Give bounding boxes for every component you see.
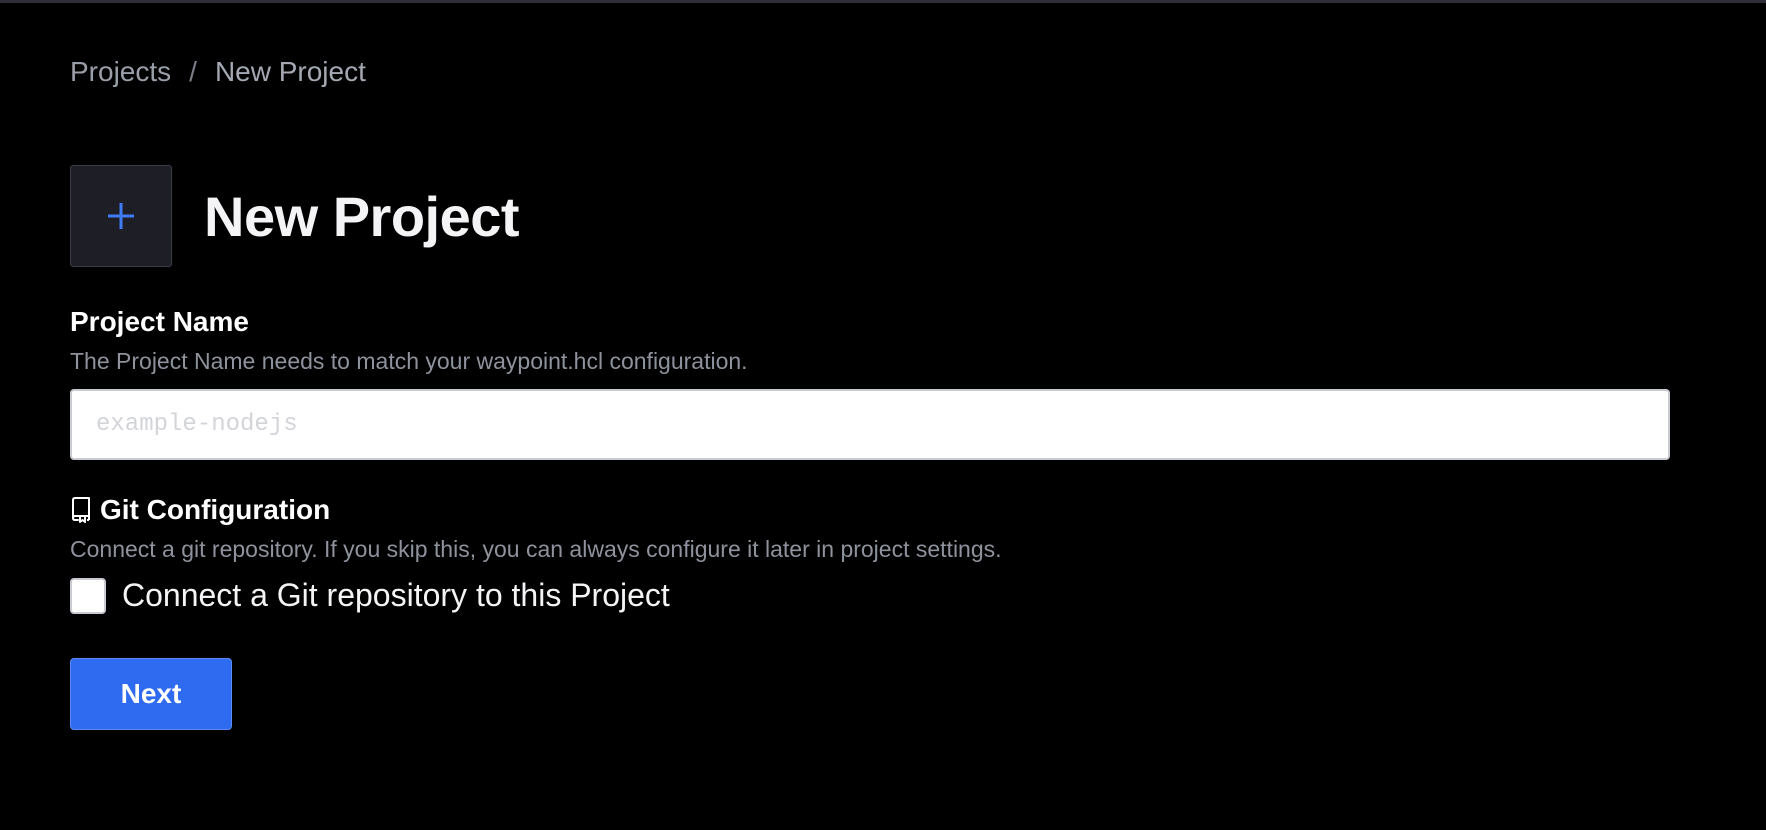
window-top-border bbox=[0, 0, 1766, 3]
git-configuration-label: Git Configuration bbox=[100, 494, 331, 525]
breadcrumb: Projects / New Project bbox=[70, 56, 366, 88]
breadcrumb-projects-link[interactable]: Projects bbox=[70, 56, 171, 88]
project-icon-box bbox=[70, 165, 172, 268]
project-name-helper-text: The Project Name needs to match your way… bbox=[70, 348, 748, 374]
project-name-section: Project Name The Project Name needs to m… bbox=[70, 305, 1670, 460]
book-icon bbox=[72, 497, 90, 523]
project-name-label: Project Name bbox=[70, 306, 249, 337]
connect-git-checkbox[interactable] bbox=[70, 577, 106, 614]
plus-icon bbox=[108, 203, 134, 230]
connect-git-checkbox-row[interactable]: Connect a Git repository to this Project bbox=[70, 577, 1670, 614]
page-title: New Project bbox=[204, 184, 520, 248]
git-configuration-section: Git Configuration Connect a git reposito… bbox=[70, 493, 1670, 614]
breadcrumb-separator: / bbox=[189, 56, 197, 87]
connect-git-checkbox-label[interactable]: Connect a Git repository to this Project bbox=[122, 577, 670, 614]
git-configuration-helper-text: Connect a git repository. If you skip th… bbox=[70, 536, 1002, 562]
breadcrumb-current: New Project bbox=[214, 56, 366, 87]
page-header: New Project bbox=[70, 146, 520, 286]
project-name-input[interactable] bbox=[70, 389, 1670, 460]
next-button[interactable]: Next bbox=[70, 658, 232, 730]
git-configuration-heading: Git Configuration bbox=[70, 493, 1670, 527]
